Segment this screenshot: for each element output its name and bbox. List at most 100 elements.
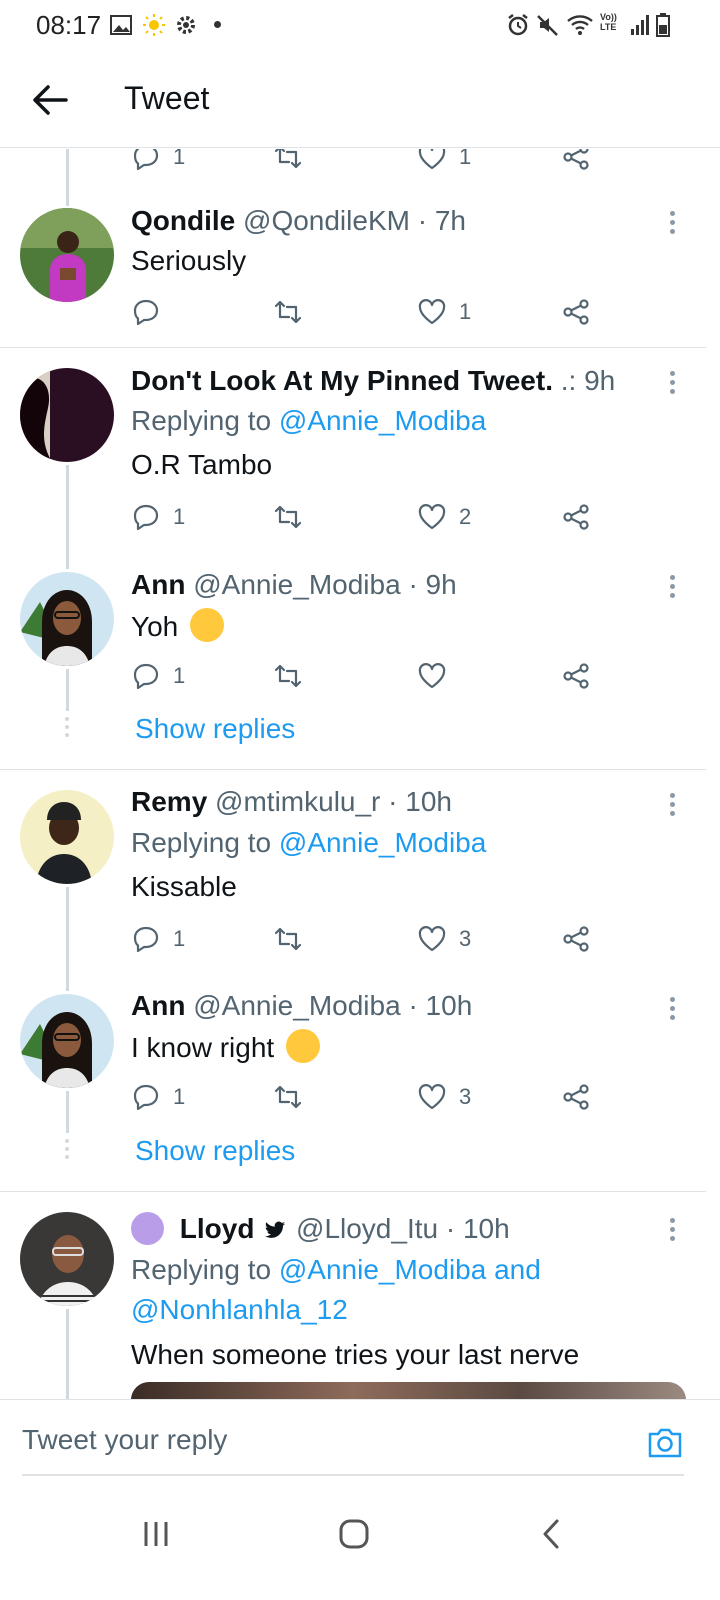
tweet-text: Kissable [131,871,237,902]
reply-button[interactable]: 1 [131,149,185,175]
retweet-icon [274,927,302,951]
share-button[interactable] [561,1079,591,1115]
retweet-button[interactable] [273,658,303,694]
back-nav-icon[interactable] [530,1512,574,1556]
like-button[interactable]: 3 [417,1079,471,1115]
signal-icon [631,15,649,35]
replying-to: Replying to @Annie_Modiba and [131,1254,541,1286]
tweet-header: Ann @Annie_Modiba · 9h [131,569,457,601]
like-button[interactable]: 2 [417,499,471,535]
share-button[interactable] [561,499,591,535]
retweet-button[interactable] [273,921,303,957]
share-icon [563,504,589,530]
display-name[interactable]: Don't Look At My Pinned Tweet. [131,365,553,396]
share-button[interactable] [561,294,591,330]
tweet-header: Don't Look At My Pinned Tweet. .: 9h [131,365,615,397]
avatar[interactable] [20,208,114,302]
tweet-time: · 9h [408,569,457,600]
replying-to-line2: @Nonhlanhla_12 [131,1294,348,1326]
display-name[interactable]: Ann [131,990,185,1021]
reply-button[interactable]: 1 [131,658,185,694]
share-button[interactable] [561,149,591,175]
like-button[interactable]: 3 [417,921,471,957]
reply-button[interactable]: 1 [131,499,185,535]
share-icon [563,926,589,952]
notification-dot [214,21,221,28]
tweet-time: · 10h [388,786,452,817]
retweet-button[interactable] [273,499,303,535]
divider [0,1191,706,1192]
page-title: Tweet [124,80,210,116]
retweet-button[interactable] [273,294,303,330]
tweet-text: Yoh [131,608,225,643]
display-name[interactable]: Qondile [131,205,235,236]
battery-icon [656,13,670,37]
user-handle[interactable]: @Annie_Modiba [193,569,400,600]
more-options-icon[interactable] [668,368,676,398]
show-replies-link[interactable]: Show replies [135,1135,295,1167]
share-icon [563,663,589,689]
reply-count: 1 [173,663,186,688]
reply-button[interactable] [131,294,173,330]
tweet-text: I know right [131,1029,320,1064]
replies-feed[interactable]: 1 1 Qondile @QondileKM · 7h Seriously 1 … [0,149,720,1399]
user-handle[interactable]: @Lloyd_Itu [296,1213,438,1244]
user-handle[interactable]: @Annie_Modiba [193,990,400,1021]
reply-button[interactable]: 1 [131,921,185,957]
heart-icon [418,149,446,170]
avatar[interactable] [20,572,114,666]
retweet-icon [274,1085,302,1109]
share-button[interactable] [561,658,591,694]
tweet-header: Qondile @QondileKM · 7h [131,205,466,237]
user-handle[interactable]: @mtimkulu_r [215,786,380,817]
more-options-icon[interactable] [668,208,676,238]
more-options-icon[interactable] [668,994,676,1024]
thread-line [66,669,69,711]
home-icon[interactable] [332,1512,376,1556]
camera-icon[interactable] [646,1424,684,1460]
volte-icon: Vo)) LTE [600,12,617,32]
more-options-icon[interactable] [668,572,676,602]
share-icon [563,149,589,170]
reply-button[interactable]: 1 [131,1079,185,1115]
community-badge-icon [131,1212,164,1245]
like-button[interactable] [417,658,447,694]
retweet-button[interactable] [273,149,303,175]
display-name[interactable]: Ann [131,569,185,600]
mention-link[interactable]: @Annie_Modiba [279,827,486,858]
reply-icon [133,926,159,953]
wifi-icon [567,15,593,35]
retweet-icon [274,149,302,169]
avatar[interactable] [20,790,114,884]
mention-link[interactable]: @Annie_Modiba [279,405,486,436]
share-button[interactable] [561,921,591,957]
user-handle[interactable]: @QondileKM [243,205,410,236]
tweet-media[interactable] [131,1382,686,1399]
more-options-icon[interactable] [668,790,676,820]
replying-prefix: Replying to [131,827,272,858]
mention-link[interactable]: @Nonhlanhla_12 [131,1294,348,1325]
sun-icon [143,14,165,36]
avatar[interactable] [20,1212,114,1306]
user-handle[interactable]: .: [561,365,577,396]
tweet-time: 9h [584,365,616,396]
like-count: 3 [459,1084,472,1109]
avatar[interactable] [20,994,114,1088]
arrow-left-icon[interactable] [30,82,70,118]
show-replies-link[interactable]: Show replies [135,713,295,745]
giggle-emoji-icon [285,1029,320,1063]
like-button[interactable]: 1 [417,294,471,330]
like-button[interactable]: 1 [417,149,471,175]
thread-dots [64,1139,70,1163]
more-options-icon[interactable] [668,1215,676,1245]
display-name[interactable]: Remy [131,786,207,817]
retweet-button[interactable] [273,1079,303,1115]
display-name[interactable]: Lloyd [180,1213,255,1244]
recent-apps-icon[interactable] [134,1512,178,1556]
mention-link[interactable]: @Annie_Modiba and [279,1254,541,1285]
tweet-time: · 10h [445,1213,510,1244]
avatar[interactable] [20,368,114,462]
system-nav-bar [0,1480,720,1600]
status-bar: 08:17 Vo)) LTE [0,0,720,52]
tweet-reply-input[interactable]: Tweet your reply [22,1424,227,1456]
